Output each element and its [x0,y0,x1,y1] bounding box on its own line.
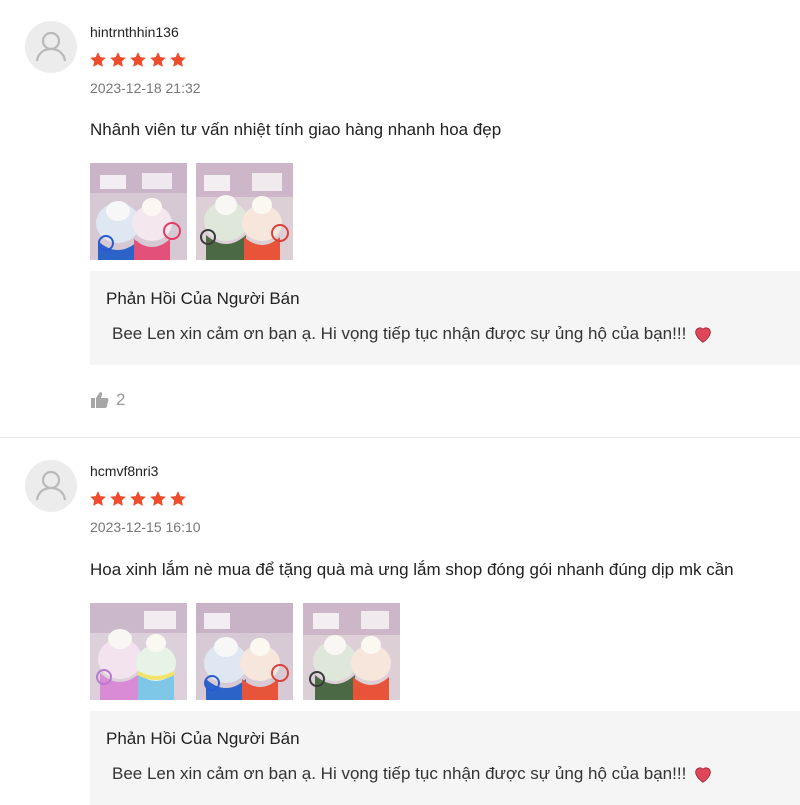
avatar[interactable] [25,460,77,512]
username[interactable]: hcmvf8nri3 [90,463,158,479]
star-icon [109,490,127,508]
user-icon [25,21,77,73]
star-icon [129,490,147,508]
user-icon [25,460,77,512]
star-icon [149,51,167,69]
seller-reply: Phản Hồi Của Người Bán Bee Len xin cảm ơ… [90,711,800,805]
review-item: hcmvf8nri3 2023-12-15 16:10 Hoa xinh lắm… [0,438,800,805]
like-button[interactable]: 2 [90,390,125,410]
username[interactable]: hintrnthhin136 [90,24,179,40]
avatar[interactable] [25,21,77,73]
review-comment: Hoa xinh lắm nè mua để tặng quà mà ưng l… [90,560,734,579]
review-photo[interactable] [90,163,187,260]
star-rating [89,51,187,69]
review-comment: Nhânh viên tư vấn nhiệt tính giao hàng n… [90,120,502,139]
review-photo[interactable] [196,163,293,260]
seller-reply-title: Phản Hồi Của Người Bán [106,289,300,308]
star-rating [89,490,187,508]
heart-icon [692,763,714,785]
star-icon [169,490,187,508]
star-icon [129,51,147,69]
seller-reply: Phản Hồi Của Người Bán Bee Len xin cảm ơ… [90,271,800,365]
heart-icon [692,323,714,345]
seller-reply-title: Phản Hồi Của Người Bán [106,729,300,748]
review-timestamp: 2023-12-15 16:10 [90,519,201,535]
review-photo[interactable] [303,603,400,700]
seller-reply-message: Bee Len xin cảm ơn bạn ạ. Hi vọng tiếp t… [112,324,687,343]
star-icon [89,490,107,508]
star-icon [169,51,187,69]
star-icon [149,490,167,508]
like-count: 2 [116,390,126,409]
review-item: hintrnthhin136 2023-12-18 21:32 Nhânh vi… [0,0,800,437]
star-icon [109,51,127,69]
review-timestamp: 2023-12-18 21:32 [90,80,201,96]
seller-reply-text: Bee Len xin cảm ơn bạn ạ. Hi vọng tiếp t… [112,323,714,345]
review-photo[interactable] [196,603,293,700]
seller-reply-message: Bee Len xin cảm ơn bạn ạ. Hi vọng tiếp t… [112,764,687,783]
review-photo[interactable] [90,603,187,700]
star-icon [89,51,107,69]
seller-reply-text: Bee Len xin cảm ơn bạn ạ. Hi vọng tiếp t… [112,763,714,785]
thumbs-up-icon [91,392,109,408]
